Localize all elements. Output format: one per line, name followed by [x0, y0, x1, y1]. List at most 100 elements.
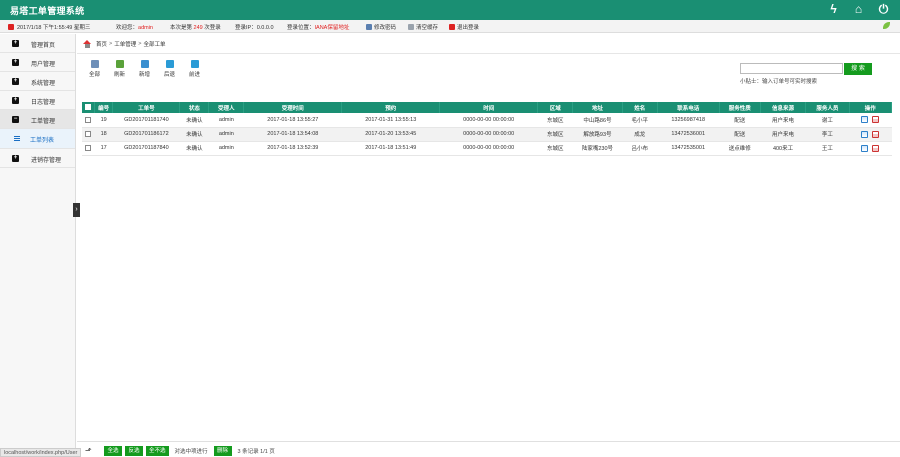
search-button[interactable]: 搜 索 — [844, 63, 872, 75]
sidebar-item-logs[interactable]: + 日志管理 — [0, 91, 75, 110]
refresh-button[interactable]: 刷新 — [111, 60, 128, 78]
cell: 成龙 — [622, 127, 658, 142]
column-header: 受理时间 — [243, 102, 343, 113]
cell: 解放路93号 — [572, 127, 623, 142]
search-input[interactable] — [740, 63, 843, 74]
cell: 毛小平 — [622, 113, 658, 128]
column-header: 工单号 — [112, 102, 181, 113]
cell: 2017-01-20 13:53:45 — [341, 127, 440, 142]
select-all-header[interactable] — [82, 102, 95, 113]
power-icon[interactable]: ⏻ — [877, 3, 890, 16]
breadcrumb-home[interactable]: 首页 — [96, 40, 107, 48]
cell: 未确认 — [179, 127, 209, 142]
back-button[interactable]: 后退 — [161, 60, 178, 78]
sidebar-item-users[interactable]: + 用户管理 — [0, 53, 75, 72]
sidebar-item-workorders[interactable]: − 工单管理 — [0, 110, 75, 129]
search-tip: 小贴士：输入订单号可实时搜索 — [740, 79, 818, 85]
plus-icon: + — [12, 97, 19, 104]
cell: 陆家嘴230号 — [572, 141, 623, 156]
edit-icon[interactable] — [861, 144, 869, 152]
row-checkbox[interactable] — [85, 116, 92, 123]
sidebar-item-home[interactable]: + 管理首页 — [0, 34, 75, 53]
cell: 0000-00-00 00:00:00 — [439, 113, 538, 128]
main-content: 首页 > 工单管理 > 全部工单 全部 刷新 新增 后退 前进 搜 索 小贴士：… — [77, 34, 900, 457]
row-actions — [849, 141, 892, 156]
cell: admin — [208, 113, 244, 128]
cell: 2017-01-18 13:55:27 — [243, 113, 342, 128]
pagination-summary: 3 条记录 1/1 页 — [237, 448, 275, 455]
cell: 东城区 — [537, 141, 573, 156]
invert-selection-button[interactable]: 反选 — [125, 445, 143, 456]
table-row[interactable]: 19 GD201701181740 未确认 admin 2017-01-18 1… — [82, 113, 892, 128]
cell: 未确认 — [179, 113, 209, 128]
divider — [77, 53, 900, 54]
edit-icon[interactable] — [861, 130, 869, 138]
plus-icon: + — [12, 155, 19, 162]
refresh-icon — [115, 60, 124, 68]
cell: 400来工 — [760, 141, 806, 156]
row-checkbox[interactable] — [85, 130, 92, 137]
cell: 17 — [94, 141, 113, 156]
clear-cache-link[interactable]: 清空缓存 — [408, 23, 438, 31]
grid-icon — [90, 60, 99, 68]
sidebar-subitem-workorder-list[interactable]: 工单列表 — [0, 129, 75, 149]
breadcrumb-level2: 全部工单 — [143, 42, 166, 48]
column-header: 联系电话 — [657, 102, 720, 113]
checkbox[interactable] — [84, 104, 91, 111]
column-header: 服务性质 — [719, 102, 761, 113]
cell: 2017-01-18 13:51:49 — [341, 141, 440, 156]
cell: 李工 — [805, 127, 850, 142]
delete-selected-button[interactable]: 删除 — [213, 445, 232, 456]
cell: 配送 — [719, 113, 761, 128]
logout-link[interactable]: 退出登录 — [449, 23, 479, 31]
login-location: 登录位置：IANA保留地址 — [287, 25, 350, 31]
edit-icon[interactable] — [861, 116, 869, 124]
home-icon[interactable]: ⌂ — [852, 3, 865, 16]
row-checkbox[interactable] — [85, 144, 92, 151]
username: admin — [138, 25, 153, 31]
broom-icon — [408, 24, 414, 30]
sidebar-item-system[interactable]: + 系统管理 — [0, 72, 75, 91]
delete-icon[interactable] — [872, 144, 880, 152]
bulk-action-label: 对选中项进行 — [174, 448, 208, 455]
new-button[interactable]: 新增 — [136, 60, 153, 78]
cell: 配送 — [719, 127, 761, 142]
welcome-text: 欢迎您：admin — [116, 25, 153, 31]
refresh-lightning-icon[interactable]: ϟ — [827, 3, 840, 16]
column-header: 操作 — [849, 102, 893, 113]
select-none-button[interactable]: 全不选 — [146, 445, 169, 456]
login-count: 本次是第 249 次登录 — [170, 25, 221, 31]
cell: 未确认 — [179, 141, 209, 156]
minus-icon: − — [12, 116, 19, 123]
breadcrumb-level1[interactable]: 工单管理 — [114, 40, 136, 48]
sidebar-item-inventory[interactable]: + 进销存管理 — [0, 149, 75, 168]
column-header: 姓名 — [622, 102, 658, 113]
cell: 2017-01-18 13:54:08 — [243, 127, 342, 142]
table-row[interactable]: 18 GD201701186172 未确认 admin 2017-01-18 1… — [82, 127, 892, 142]
sidebar: + 管理首页 + 用户管理 + 系统管理 + 日志管理 − 工单管理 工单列表 … — [0, 34, 76, 457]
forward-icon — [190, 60, 199, 68]
cell: 0000-00-00 00:00:00 — [439, 141, 538, 156]
forward-button[interactable]: 前进 — [186, 60, 203, 78]
delete-icon[interactable] — [872, 116, 880, 124]
cell: 东城区 — [537, 127, 573, 142]
cell: admin — [208, 127, 244, 142]
cell: 谢工 — [805, 113, 850, 128]
column-header: 预约 — [341, 102, 441, 113]
cell: 2017-01-18 13:52:39 — [243, 141, 342, 156]
calendar-icon — [8, 24, 14, 30]
change-password-link[interactable]: 修改密码 — [366, 23, 396, 31]
divider — [77, 441, 900, 442]
cell: 13256987418 — [657, 113, 720, 128]
app-title: 易塔工单管理系统 — [10, 6, 85, 16]
login-ip: 登录IP：0.0.0.0 — [235, 25, 274, 31]
cell: 送点维修 — [719, 141, 761, 156]
table-row[interactable]: 17 GD201701187840 未确认 admin 2017-01-18 1… — [82, 141, 892, 156]
cell: 18 — [94, 127, 113, 142]
delete-icon[interactable] — [872, 130, 880, 138]
column-header: 信息来源 — [760, 102, 807, 113]
all-button[interactable]: 全部 — [86, 60, 103, 78]
plus-icon: + — [12, 40, 19, 47]
column-header: 状态 — [179, 102, 210, 113]
select-all-button[interactable]: 全选 — [104, 445, 122, 456]
